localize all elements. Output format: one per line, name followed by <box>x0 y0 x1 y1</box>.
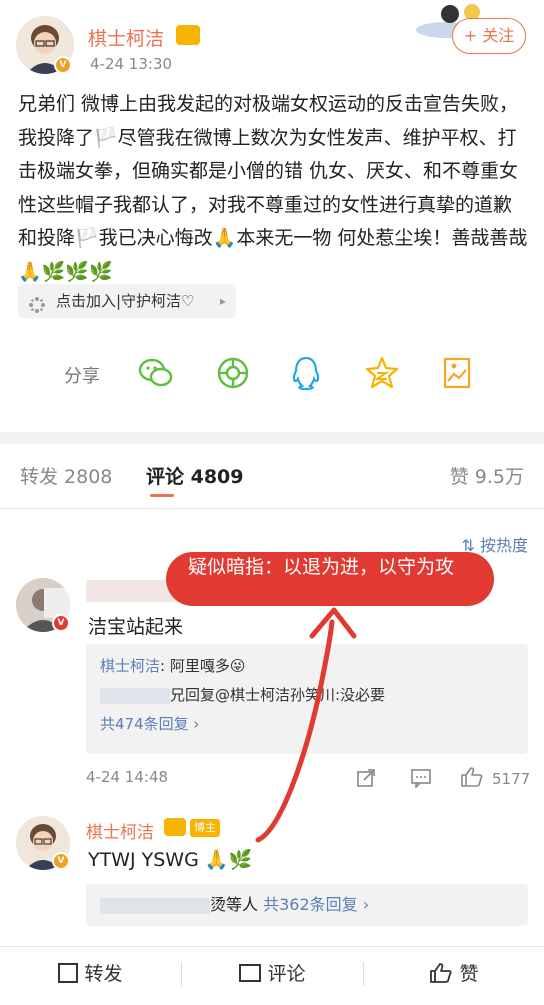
screenshot-icon[interactable] <box>440 355 476 391</box>
verified-badge-icon: V <box>52 614 70 632</box>
repost-button[interactable]: 转发 <box>0 947 181 1001</box>
section-divider <box>0 432 544 444</box>
comment-label: 评论 <box>267 963 306 985</box>
reply-others: 烫等人 <box>210 895 259 914</box>
repost-label: 转发 <box>84 963 123 985</box>
annotation-bubble: 疑似暗指：以退为进，以守为攻 <box>166 552 494 606</box>
like-icon <box>429 951 453 1005</box>
share-label: 分享 <box>64 366 100 387</box>
sparkle-icon <box>28 292 46 313</box>
annotation-arrow-icon <box>255 607 357 843</box>
wechat-icon[interactable] <box>138 355 174 391</box>
author-name[interactable]: 棋士柯洁 <box>88 24 164 51</box>
follow-button[interactable]: + 关注 <box>452 18 526 54</box>
commenter-name[interactable]: 棋士柯洁 <box>86 818 154 843</box>
reply-count-link[interactable]: 共362条回复 › <box>263 895 369 914</box>
reply-author[interactable]: 棋士柯洁 <box>100 657 160 675</box>
sort-label: 按热度 <box>479 536 528 555</box>
active-tab-indicator <box>150 494 174 497</box>
verified-badge-icon: V <box>54 56 72 74</box>
reply-authors-blurred <box>100 897 210 914</box>
comment-text: YTWJ YSWG 🙏🌿 <box>88 849 253 871</box>
like-count: 5177 <box>492 770 531 788</box>
like-button[interactable]: 赞 <box>364 947 544 1001</box>
tab-repost[interactable]: 转发 2808 <box>20 462 112 489</box>
tab-comment[interactable]: 评论 4809 <box>146 462 244 489</box>
comment-text: 洁宝站起来 <box>88 616 184 638</box>
tabs-divider <box>0 508 544 509</box>
fan-group-chip[interactable]: 点击加入|守护柯洁♡ ▸ <box>18 284 236 318</box>
crown-badge-icon <box>176 25 200 45</box>
blogger-badge: 博主 <box>190 819 220 837</box>
comment-icon[interactable] <box>410 768 432 789</box>
reply-author-blurred <box>100 687 170 704</box>
qzone-icon[interactable] <box>364 355 400 391</box>
crown-badge-icon <box>164 818 186 836</box>
qq-icon[interactable] <box>288 355 324 391</box>
comment-time: 4-24 14:48 <box>86 768 169 786</box>
post-text: 兄弟们 微博上由我发起的对极端女权运动的反击宣告失败，我投降了🏳️尽管我在微博上… <box>18 93 528 283</box>
like-label: 赞 <box>459 963 479 985</box>
comment-icon <box>239 964 262 982</box>
chevron-right-icon: ▸ <box>219 294 226 308</box>
post-time: 4-24 13:30 <box>90 55 173 73</box>
verified-badge-icon: V <box>52 852 70 870</box>
reply-text: : 阿里嘎多😜 <box>160 657 246 675</box>
tab-like[interactable]: 赞 9.5万 <box>450 462 524 489</box>
comment-button[interactable]: 评论 <box>182 947 363 1001</box>
moments-icon[interactable] <box>215 355 251 391</box>
repost-icon <box>58 963 79 983</box>
chip-label: 点击加入|守护柯洁♡ <box>56 292 195 310</box>
like-icon[interactable] <box>460 766 484 788</box>
reply-box[interactable]: 烫等人 共362条回复 › <box>86 884 528 926</box>
bottom-action-bar: 转发 评论 赞 <box>0 946 544 1000</box>
